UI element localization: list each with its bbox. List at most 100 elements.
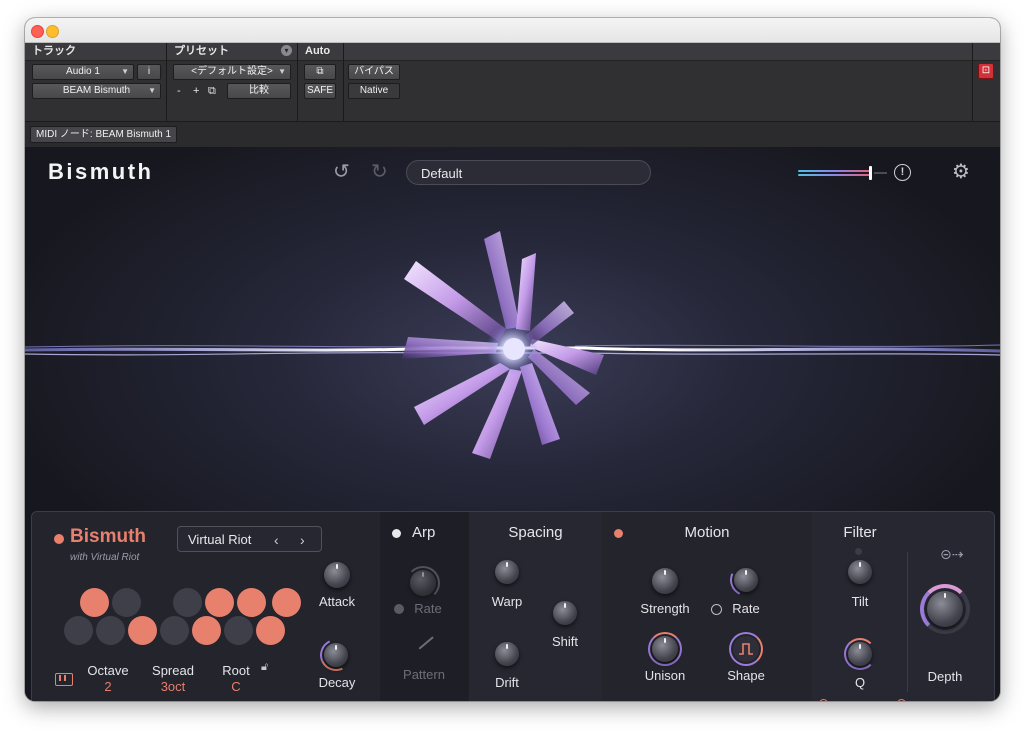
spacing-section: Spacing Warp Shift Drift — [469, 512, 602, 701]
note-dot[interactable] — [64, 616, 93, 645]
arp-rate-knob[interactable] — [410, 570, 436, 596]
synth-preset-selector[interactable]: Virtual Riot ‹ › — [177, 526, 322, 552]
track-section: トラック Audio 1 ▼ i BEAM Bismuth ▼ — [25, 43, 167, 121]
synth-power-toggle[interactable] — [54, 534, 64, 544]
clock-icon[interactable] — [394, 604, 404, 614]
filter-mode-icon[interactable]: ⊝⇢ — [940, 546, 963, 563]
arp-title: Arp — [412, 524, 436, 541]
root-value[interactable]: C — [216, 679, 256, 694]
auto-section-title: Auto — [298, 43, 343, 61]
note-dot[interactable] — [205, 588, 234, 617]
motion-rate-knob[interactable] — [734, 568, 758, 592]
output-level-slider[interactable] — [798, 166, 887, 180]
track-info-button[interactable]: i — [137, 64, 161, 80]
spread-label: Spread — [152, 663, 194, 678]
auto-section: Auto ⧉ SAFE — [298, 43, 344, 121]
q-knob[interactable] — [848, 642, 872, 666]
arp-rate-label: Rate — [414, 601, 442, 616]
motion-section: Motion Strength Rate Unison Shape — [602, 512, 812, 701]
note-dot[interactable] — [160, 616, 189, 645]
plugin-selector-label: BEAM Bismuth — [62, 85, 131, 96]
strength-knob[interactable] — [652, 568, 678, 594]
note-dot[interactable] — [272, 588, 301, 617]
safe-button[interactable]: SAFE — [304, 83, 336, 99]
note-dot[interactable] — [112, 588, 141, 617]
synth-section: Bismuth with Virtual Riot Virtual Riot ‹… — [32, 512, 380, 701]
note-dot[interactable] — [80, 588, 109, 617]
arp-pattern-label: Pattern — [403, 667, 445, 682]
plugin-selector[interactable]: BEAM Bismuth ▼ — [32, 83, 161, 99]
shape-selector[interactable] — [733, 636, 759, 662]
spread-value[interactable]: 3oct — [147, 679, 199, 694]
host-header: トラック Audio 1 ▼ i BEAM Bismuth ▼ プリセット ▾ <デ… — [25, 43, 1000, 121]
spacing-title: Spacing — [508, 524, 563, 541]
drift-label: Drift — [495, 675, 519, 690]
chevron-left-icon[interactable]: ‹ — [274, 527, 279, 553]
lock-icon[interactable]: 🔓︎ — [261, 661, 268, 674]
preset-browser[interactable]: Default — [406, 160, 651, 185]
warp-knob[interactable] — [495, 560, 519, 584]
pattern-icon[interactable] — [418, 636, 434, 650]
meter-bar-right — [798, 174, 870, 176]
bypass-button[interactable]: バイパス — [348, 64, 400, 80]
note-dot[interactable] — [192, 616, 221, 645]
tilt-indicator — [855, 548, 862, 555]
preset-selector-label: <デフォルト設定> — [191, 66, 273, 77]
chevron-right-icon[interactable]: › — [300, 527, 305, 553]
attack-knob[interactable] — [324, 562, 350, 588]
automation-window-button[interactable]: ⧉ — [304, 64, 336, 80]
keyboard-icon[interactable] — [55, 673, 73, 686]
shift-knob[interactable] — [553, 601, 577, 625]
copy-icon[interactable]: ⧉ — [208, 84, 216, 98]
depth-knob[interactable] — [927, 591, 963, 627]
gear-icon[interactable]: ⚙ — [952, 161, 970, 183]
undo-icon[interactable]: ↺ — [333, 161, 350, 183]
output-level-thumb[interactable] — [869, 166, 872, 180]
filter-divider — [907, 552, 908, 692]
note-dot[interactable] — [256, 616, 285, 645]
shift-label: Shift — [551, 634, 578, 649]
preset-menu-icon[interactable]: ▾ — [281, 45, 292, 56]
compare-button[interactable]: 比較 — [227, 83, 291, 99]
arp-power-toggle[interactable] — [392, 529, 401, 538]
note-dot[interactable] — [96, 616, 125, 645]
unison-knob[interactable] — [652, 636, 678, 662]
note-dot[interactable] — [224, 616, 253, 645]
bypass-section: バイパス Native — [344, 43, 973, 121]
track-selector[interactable]: Audio 1 ▼ — [32, 64, 134, 80]
synth-byline: with Virtual Riot — [70, 552, 140, 563]
clock-icon[interactable] — [711, 604, 722, 615]
warning-icon[interactable]: ! — [894, 164, 911, 181]
minimize-window-button[interactable] — [46, 25, 59, 38]
unison-label: Unison — [644, 668, 686, 683]
decay-label: Decay — [318, 675, 356, 690]
track-selector-label: Audio 1 — [66, 66, 100, 77]
preset-next-button[interactable]: + — [193, 84, 199, 98]
decay-knob[interactable] — [324, 643, 348, 667]
note-dot[interactable] — [128, 616, 157, 645]
preset-selector[interactable]: <デフォルト設定> ▼ — [173, 64, 291, 80]
filter-title: Filter — [843, 524, 877, 541]
track-info-label: i — [147, 66, 151, 77]
octave-value[interactable]: 2 — [82, 679, 134, 694]
synth-title: Bismuth — [70, 526, 146, 547]
preset-prev-button[interactable]: - — [177, 84, 181, 98]
octave-label: Octave — [87, 663, 129, 678]
redo-icon[interactable]: ↻ — [371, 161, 388, 183]
close-window-button[interactable] — [31, 25, 44, 38]
plugin-window: トラック Audio 1 ▼ i BEAM Bismuth ▼ プリセット ▾ <デ… — [25, 18, 1000, 701]
plugin-close-icon[interactable]: ⊡ — [978, 63, 994, 79]
note-dot[interactable] — [173, 588, 202, 617]
filter-high-handle[interactable] — [897, 699, 906, 701]
midi-node-tag[interactable]: MIDI ノード: BEAM Bismuth 1 — [30, 126, 178, 143]
drift-knob[interactable] — [495, 642, 519, 666]
chevron-down-icon: ▼ — [148, 86, 156, 95]
bypass-section-header — [344, 43, 972, 61]
tilt-knob[interactable] — [848, 560, 872, 584]
attack-label: Attack — [318, 594, 356, 609]
right-header — [973, 43, 1000, 61]
preset-section: プリセット ▾ <デフォルト設定> ▼ - + ⧉ 比較 — [167, 43, 298, 121]
filter-low-handle[interactable] — [819, 699, 828, 701]
note-dot[interactable] — [237, 588, 266, 617]
preset-section-title: プリセット — [167, 43, 297, 61]
